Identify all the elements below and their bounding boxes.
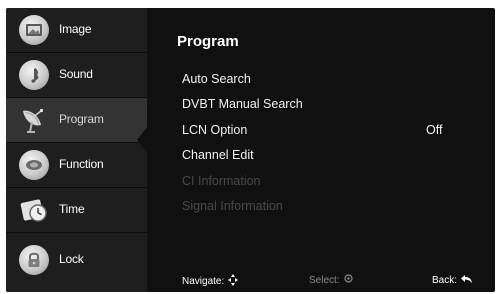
- sidebar-item-lock[interactable]: Lock: [6, 233, 147, 278]
- ok-button-icon: [343, 274, 353, 286]
- menu-item-signal-information: Signal Information: [182, 199, 452, 219]
- sidebar-item-program[interactable]: Program: [6, 98, 147, 143]
- menu-item-auto-search[interactable]: Auto Search: [182, 72, 452, 92]
- menu-item-label: Signal Information: [182, 199, 283, 213]
- menu-item-channel-edit[interactable]: Channel Edit: [182, 148, 452, 168]
- lock-icon: [19, 245, 49, 275]
- menu-item-label: DVBT Manual Search: [182, 97, 303, 111]
- menu-item-dvbt-manual-search[interactable]: DVBT Manual Search: [182, 97, 452, 117]
- menu-item-ci-information: CI Information: [182, 174, 452, 194]
- clock-icon: [19, 195, 49, 225]
- function-icon: [19, 150, 49, 180]
- sidebar-item-label: Time: [59, 202, 85, 216]
- sidebar-item-label: Program: [59, 112, 104, 126]
- sidebar-item-label: Sound: [59, 67, 93, 81]
- sidebar: Image Sound Program Function Time Lock: [6, 8, 147, 292]
- tv-menu-screen: Image Sound Program Function Time Lock P…: [6, 8, 495, 292]
- menu-item-label: LCN Option: [182, 123, 248, 137]
- footer-hints: Navigate: Select: Back:: [147, 274, 495, 290]
- menu-item-lcn-option[interactable]: LCN Option Off: [182, 123, 452, 143]
- menu-item-label: Channel Edit: [182, 148, 254, 162]
- navigate-hint: Navigate:: [182, 274, 239, 289]
- sidebar-item-image[interactable]: Image: [6, 8, 147, 53]
- menu-item-label: Auto Search: [182, 72, 251, 86]
- sidebar-item-time[interactable]: Time: [6, 188, 147, 233]
- satellite-dish-icon: [19, 105, 49, 135]
- navigate-arrows-icon: [228, 274, 239, 289]
- active-item-pointer: [137, 127, 147, 153]
- sidebar-item-sound[interactable]: Sound: [6, 53, 147, 98]
- select-hint: Select:: [309, 274, 353, 286]
- page-title: Program: [177, 33, 239, 50]
- select-hint-label: Select:: [309, 274, 340, 286]
- sidebar-item-label: Lock: [59, 252, 84, 266]
- sidebar-item-label: Image: [59, 22, 92, 36]
- lcn-option-value: Off: [426, 123, 443, 137]
- menu-item-label: CI Information: [182, 174, 261, 188]
- return-arrow-icon: [461, 274, 473, 287]
- sidebar-item-function[interactable]: Function: [6, 143, 147, 188]
- music-note-icon: [19, 60, 49, 90]
- image-icon: [19, 15, 49, 45]
- sidebar-item-label: Function: [59, 157, 104, 171]
- back-hint: Back:: [432, 274, 473, 287]
- back-hint-label: Back:: [432, 275, 458, 286]
- main-panel: Program Auto Search DVBT Manual Search L…: [147, 8, 495, 292]
- navigate-hint-label: Navigate:: [182, 276, 225, 287]
